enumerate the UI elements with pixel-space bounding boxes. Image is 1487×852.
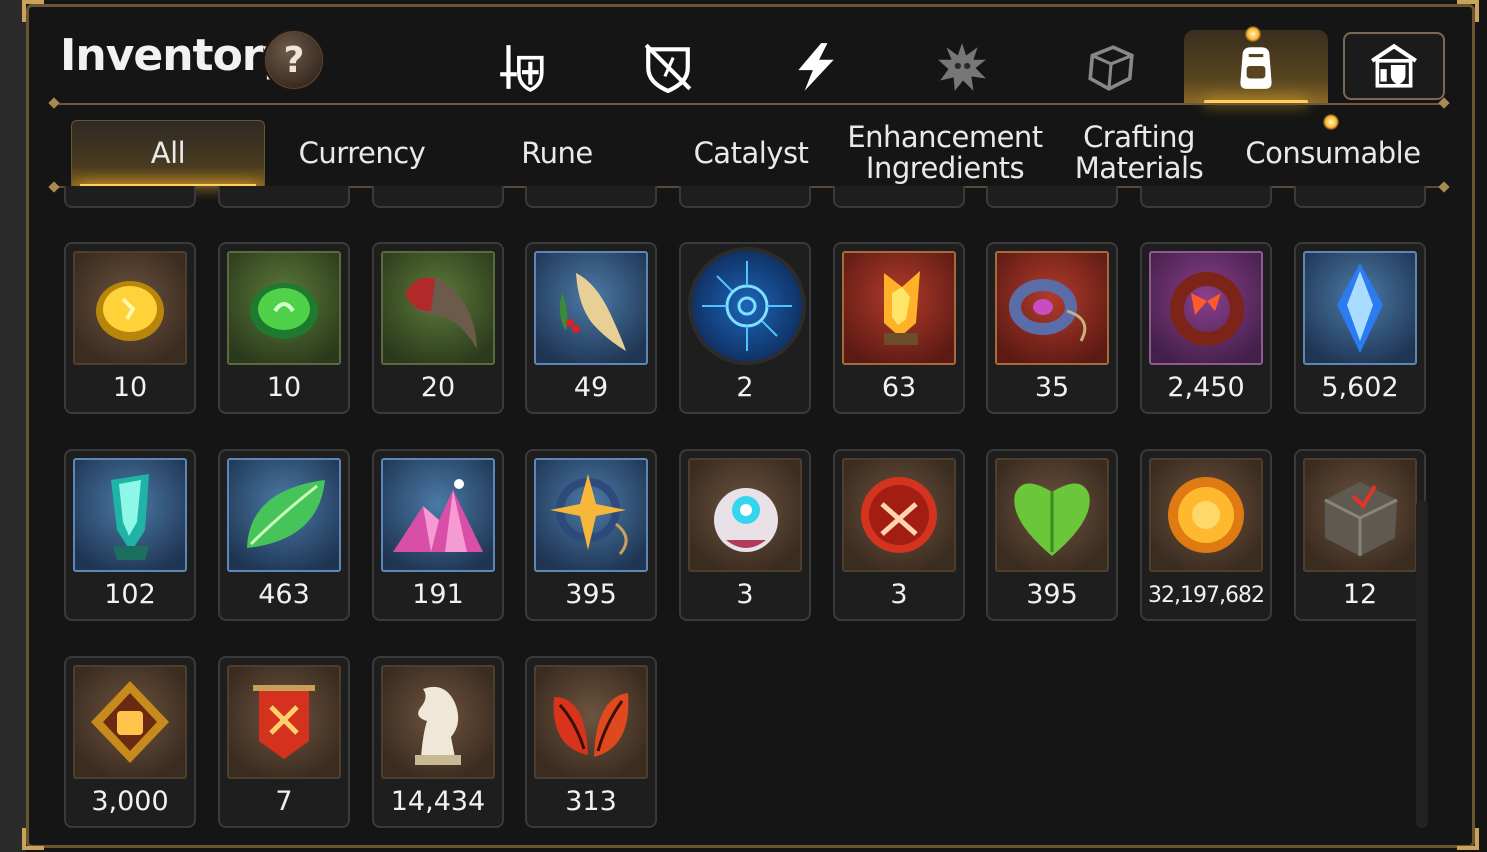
ring-charm-icon [995, 251, 1109, 365]
item-cell[interactable]: 395 [986, 449, 1118, 621]
item-cell[interactable]: 463 [218, 449, 350, 621]
item-cell[interactable]: 32,197,682 [1140, 449, 1272, 621]
item-count: 313 [565, 786, 617, 817]
pink-crystal-pile-icon [381, 458, 495, 572]
item-cell[interactable]: 14,434 [372, 656, 504, 828]
item-count: 49 [573, 372, 609, 403]
item-grid: 10 10 20 49 2 63 35 2,450 5,602 102 463 … [0, 0, 1487, 852]
gold-gem-icon [73, 251, 187, 365]
teal-crystal-icon [73, 458, 187, 572]
item-count: 5,602 [1321, 372, 1399, 403]
item-count: 35 [1034, 372, 1070, 403]
item-count: 32,197,682 [1148, 583, 1265, 608]
item-count: 3 [890, 579, 908, 610]
item-cell[interactable]: 191 [372, 449, 504, 621]
item-count: 63 [881, 372, 917, 403]
item-cell[interactable]: 3 [833, 449, 965, 621]
item-cell[interactable]: 12 [1294, 449, 1426, 621]
item-cell[interactable]: 2 [679, 242, 811, 414]
blue-rune-orb-icon [688, 247, 806, 365]
chess-knight-icon [381, 665, 495, 779]
item-cell[interactable]: 102 [64, 449, 196, 621]
item-cell[interactable]: 313 [525, 656, 657, 828]
item-count: 10 [266, 372, 302, 403]
red-leaves-icon [534, 665, 648, 779]
item-count: 395 [565, 579, 617, 610]
item-cell[interactable]: 3 [679, 449, 811, 621]
red-bangle-icon [1149, 251, 1263, 365]
item-count: 191 [412, 579, 464, 610]
item-cell[interactable]: 395 [525, 449, 657, 621]
item-count: 463 [258, 579, 310, 610]
war-banner-icon [227, 665, 341, 779]
item-count: 395 [1026, 579, 1078, 610]
item-cell[interactable]: 2,450 [1140, 242, 1272, 414]
item-cell[interactable]: 3,000 [64, 656, 196, 828]
item-cell[interactable]: 35 [986, 242, 1118, 414]
claw-icon [381, 251, 495, 365]
compass-cube-icon [1303, 458, 1417, 572]
green-gem-icon [227, 251, 341, 365]
sun-coin-icon [1149, 458, 1263, 572]
item-count: 3,000 [91, 786, 169, 817]
item-count: 14,434 [390, 786, 486, 817]
item-count: 20 [420, 372, 456, 403]
fire-crystal-icon [842, 251, 956, 365]
item-cell[interactable]: 20 [372, 242, 504, 414]
leaf-icon [227, 458, 341, 572]
item-cell[interactable]: 7 [218, 656, 350, 828]
battle-emblem-icon [842, 458, 956, 572]
item-count: 2,450 [1167, 372, 1245, 403]
item-cell[interactable]: 10 [64, 242, 196, 414]
item-cell[interactable]: 63 [833, 242, 965, 414]
item-count: 102 [104, 579, 156, 610]
scrollbar[interactable] [1416, 500, 1428, 828]
item-count: 10 [112, 372, 148, 403]
item-count: 2 [736, 372, 754, 403]
root-herb-icon [534, 251, 648, 365]
item-cell[interactable]: 10 [218, 242, 350, 414]
item-cell[interactable]: 5,602 [1294, 242, 1426, 414]
green-heart-icon [995, 458, 1109, 572]
item-cell[interactable]: 49 [525, 242, 657, 414]
fist-badge-icon [73, 665, 187, 779]
blue-crystal-icon [1303, 251, 1417, 365]
item-count: 7 [275, 786, 293, 817]
robot-pod-icon [688, 458, 802, 572]
star-pendant-icon [534, 458, 648, 572]
item-count: 3 [736, 579, 754, 610]
item-count: 12 [1342, 579, 1378, 610]
